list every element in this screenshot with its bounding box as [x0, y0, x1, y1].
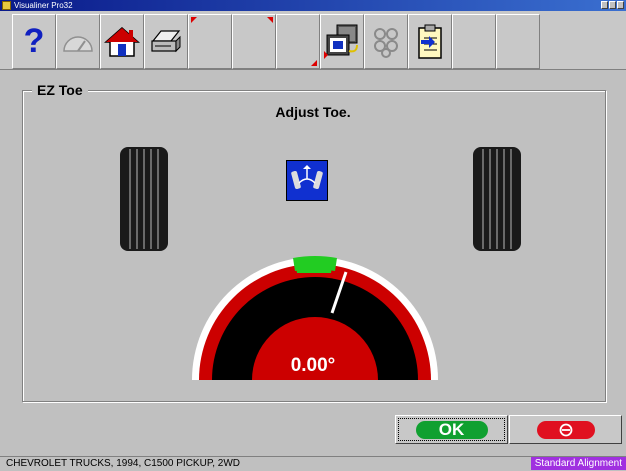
- clipboard-button[interactable]: [408, 14, 452, 69]
- toolbar-blank-4[interactable]: [452, 14, 496, 69]
- toolbar-blank-1[interactable]: [188, 14, 232, 69]
- home-button[interactable]: [100, 14, 144, 69]
- corner-marker: [311, 60, 317, 66]
- molecule-button[interactable]: [364, 14, 408, 69]
- left-tire-icon: [120, 147, 168, 251]
- help-icon: ?: [23, 22, 45, 60]
- print-button[interactable]: [144, 14, 188, 69]
- prohibited-icon: [559, 423, 572, 436]
- window-controls: [601, 1, 624, 9]
- home-icon: [104, 26, 140, 57]
- vehicle-info: CHEVROLET TRUCKS, 1994, C1500 PICKUP, 2W…: [6, 458, 240, 469]
- mode-badge: Standard Alignment: [530, 457, 626, 470]
- window-title: Visualiner Pro32: [14, 1, 73, 10]
- instruction-text: Adjust Toe.: [275, 104, 351, 120]
- corner-marker: [267, 17, 273, 23]
- ok-button[interactable]: OK: [395, 415, 508, 444]
- toolbar-blank-5[interactable]: [496, 14, 540, 69]
- adjust-toe-icon: [286, 160, 328, 201]
- display-icon: [324, 24, 358, 59]
- panel-title: EZ Toe: [32, 82, 88, 98]
- cancel-pill: [536, 420, 595, 439]
- corner-marker: [191, 17, 197, 23]
- right-tire-icon: [473, 147, 521, 251]
- toolbar-blank-3[interactable]: [276, 14, 320, 69]
- printer-icon: [151, 29, 181, 52]
- toolbar-blank-2[interactable]: [232, 14, 276, 69]
- toe-readout: 0.00°: [290, 355, 336, 376]
- title-bar: Visualiner Pro32: [0, 0, 626, 11]
- display-button[interactable]: [320, 14, 364, 69]
- gauge-button[interactable]: [56, 14, 100, 69]
- help-button[interactable]: ?: [12, 14, 56, 69]
- molecule-icon: [374, 27, 398, 58]
- clipboard-icon: [418, 24, 442, 59]
- gauge-icon: [63, 35, 93, 52]
- maximize-button[interactable]: [609, 1, 616, 9]
- cancel-button[interactable]: [509, 415, 622, 444]
- app-icon: [2, 1, 11, 10]
- close-button[interactable]: [617, 1, 624, 9]
- ok-label: OK: [415, 420, 488, 439]
- minimize-button[interactable]: [601, 1, 608, 9]
